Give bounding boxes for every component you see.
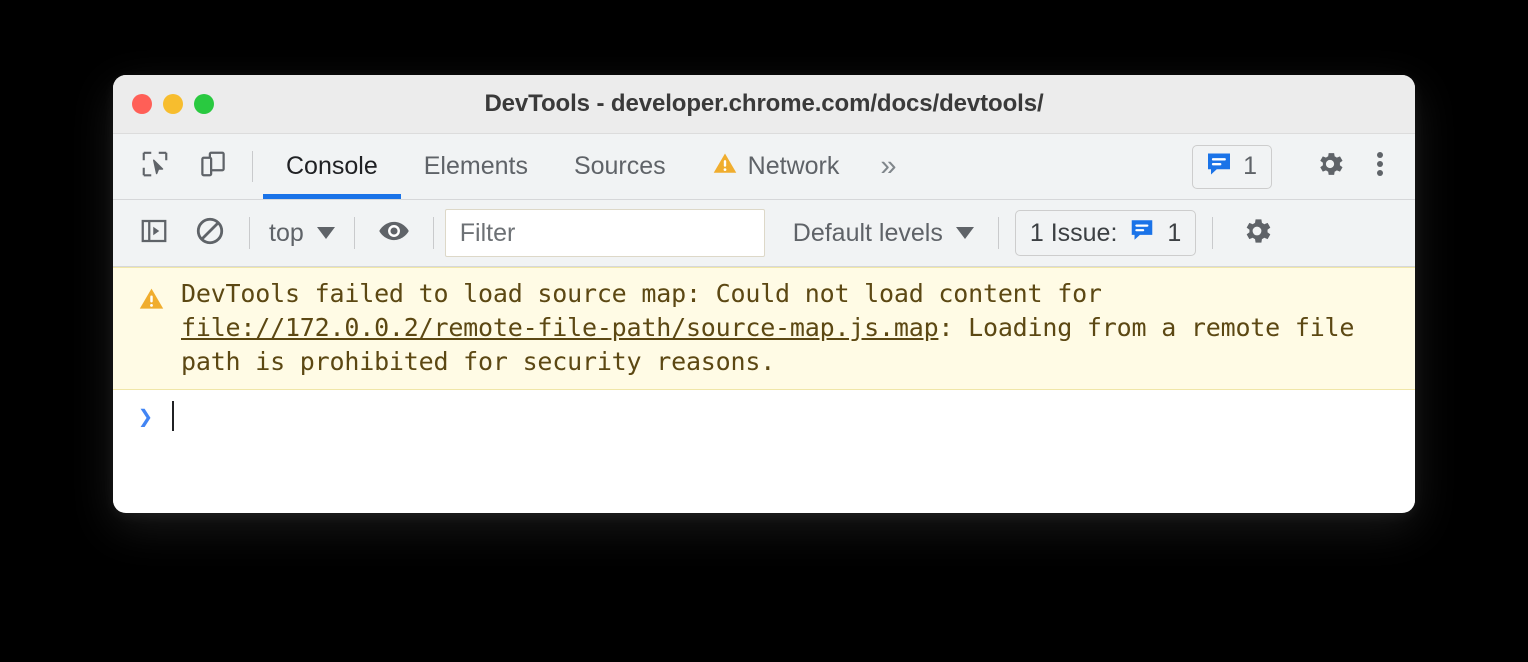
console-toolbar-divider-4 [997,217,999,249]
chevron-down-icon [316,227,335,239]
tabbar-right-controls: 1 [1192,134,1415,199]
toggle-device-toolbar-button[interactable] [184,134,242,199]
console-settings-gear-icon [1240,214,1274,253]
window-title: DevTools - developer.chrome.com/docs/dev… [484,90,1044,117]
traffic-lights [113,94,214,114]
console-toolbar-divider-2 [353,217,355,249]
tab-network-label: Network [747,152,840,180]
maximize-window-button[interactable] [194,94,214,114]
console-prompt-row[interactable]: ❯ [113,390,1415,442]
devtools-more-options-button[interactable] [1359,149,1401,184]
console-message-list: DevTools failed to load source map: Coul… [113,267,1415,512]
gear-icon [1314,148,1346,185]
clear-console-icon [194,215,226,252]
kebab-menu-icon [1376,149,1384,184]
create-live-expression-button[interactable] [366,209,422,257]
inspect-element-button[interactable] [126,134,184,199]
tab-console-label: Console [286,152,378,180]
warning-triangle-icon [138,285,165,317]
console-settings-button[interactable] [1229,209,1285,257]
console-issues-label: 1 Issue: [1029,218,1118,247]
filter-input[interactable] [444,209,765,257]
console-toolbar-divider-5 [1212,217,1214,249]
warning-triangle-icon [712,150,738,183]
console-issues-count: 1 [1167,218,1182,247]
more-tabs-button[interactable]: » [862,134,914,199]
issues-speech-bubble-icon [1128,216,1156,251]
source-map-link[interactable]: file://172.0.0.2/remote-file-path/source… [181,313,939,342]
tab-elements[interactable]: Elements [401,134,551,199]
console-prompt-chevron-icon: ❯ [138,401,154,431]
window-titlebar: DevTools - developer.chrome.com/docs/dev… [113,75,1415,134]
device-toolbar-icon [198,149,228,184]
devtools-settings-button[interactable] [1301,148,1359,185]
console-warning-text: DevTools failed to load source map: Coul… [181,277,1401,379]
log-levels-label: Default levels [792,218,943,247]
close-window-button[interactable] [132,94,152,114]
console-sidebar-toggle-icon [139,216,169,251]
tab-sources[interactable]: Sources [551,134,689,199]
tabbar-divider [252,151,253,182]
console-warning-message[interactable]: DevTools failed to load source map: Coul… [113,267,1415,390]
console-text-caret [172,401,174,431]
issues-counter-button[interactable]: 1 [1192,144,1272,189]
console-toolbar: top Default levels [113,200,1415,267]
console-toolbar-divider-3 [432,217,434,249]
console-sidebar-toggle-button[interactable] [126,209,182,257]
chevron-down-icon [955,227,974,239]
screenshot-root: DevTools - developer.chrome.com/docs/dev… [0,0,1528,662]
warning-text-before: DevTools failed to load source map: Coul… [181,279,1102,308]
issues-count-label: 1 [1243,152,1257,180]
minimize-window-button[interactable] [163,94,183,114]
console-issues-button[interactable]: 1 Issue: 1 [1014,210,1197,256]
execution-context-label: top [269,218,304,247]
inspect-cursor-icon [140,149,170,184]
log-levels-selector[interactable]: Default levels [785,219,982,248]
console-toolbar-divider-1 [249,217,250,249]
clear-console-button[interactable] [182,209,238,257]
chevron-double-right-icon: » [880,150,897,182]
issues-speech-bubble-icon [1204,149,1234,184]
devtools-tabbar: Console Elements Sources Network » 1 [113,134,1415,200]
tab-elements-label: Elements [423,152,528,180]
devtools-window: DevTools - developer.chrome.com/docs/dev… [113,75,1415,513]
tab-network[interactable]: Network [689,134,863,199]
live-expression-eye-icon [377,214,411,253]
tab-console[interactable]: Console [263,134,401,199]
tab-sources-label: Sources [573,152,666,180]
execution-context-selector[interactable]: top [261,219,343,248]
